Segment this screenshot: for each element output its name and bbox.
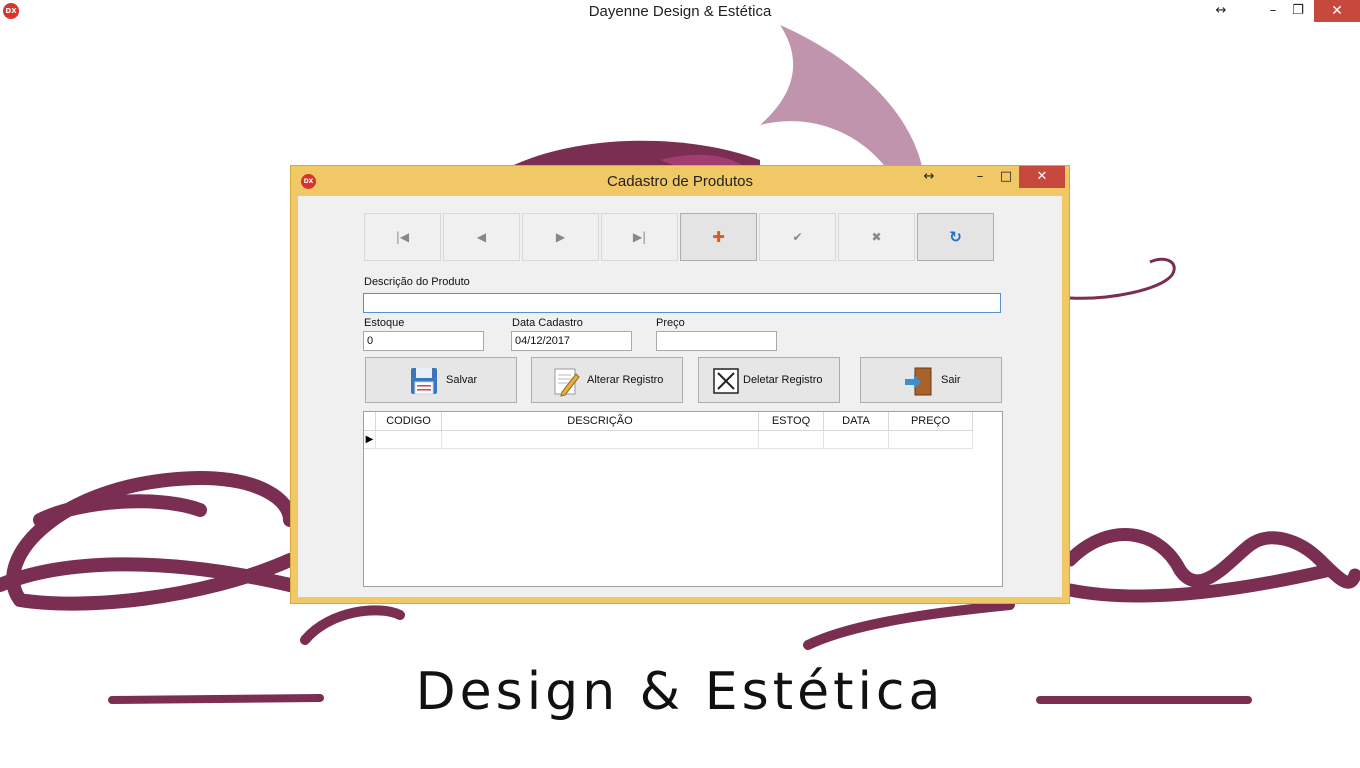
window-title: Dayenne Design & Estética <box>588 3 772 20</box>
plus-icon: ✚ <box>712 228 725 246</box>
minimize-button[interactable]: – <box>1260 0 1286 22</box>
nav-next-button[interactable]: ▶ <box>522 213 599 261</box>
nav-insert-button[interactable]: ✚ <box>680 213 757 261</box>
grid-row-indicator-icon: ▶ <box>364 431 376 449</box>
last-record-icon: ▶| <box>632 230 647 244</box>
close-button[interactable]: ✕ <box>1314 0 1360 22</box>
cancel-x-icon: ✖ <box>871 230 882 244</box>
grid-cell-descricao[interactable] <box>442 431 759 449</box>
grid-cell-codigo[interactable] <box>376 431 442 449</box>
alterar-registro-button[interactable]: Alterar Registro <box>531 357 683 403</box>
grid-indicator-header <box>364 412 376 431</box>
restore-button[interactable]: ❐ <box>1285 0 1311 22</box>
alterar-registro-label: Alterar Registro <box>587 374 664 386</box>
dialog-title: Cadastro de Produtos <box>607 173 753 190</box>
dialog-client-area: |◀ ◀ ▶ ▶| ✚ ✔ ✖ ↻ Descrição do Produto E… <box>298 196 1062 597</box>
logo-script-left <box>0 470 297 611</box>
sair-button[interactable]: Sair <box>860 357 1002 403</box>
resize-arrows-icon[interactable]: ↔ <box>1208 0 1234 22</box>
delete-x-box-icon <box>713 368 739 394</box>
salvar-label: Salvar <box>446 374 478 386</box>
grid-header-preco[interactable]: PREÇO <box>889 412 973 431</box>
estoque-input[interactable] <box>363 331 484 351</box>
dialog-close-button[interactable]: ✕ <box>1019 166 1065 188</box>
next-record-icon: ▶ <box>555 230 566 244</box>
logo-curl-right <box>1069 257 1176 300</box>
grid-cell-data[interactable] <box>824 431 889 449</box>
dialog-resize-arrows-icon[interactable]: ↔ <box>916 166 942 188</box>
nav-cancel-button[interactable]: ✖ <box>838 213 915 261</box>
checkmark-icon: ✔ <box>792 230 803 244</box>
logo-swirl-bottom-left <box>300 605 405 645</box>
logo-script-right <box>1063 528 1360 603</box>
descricao-input[interactable] <box>363 293 1001 313</box>
nav-prior-button[interactable]: ◀ <box>443 213 520 261</box>
sair-label: Sair <box>941 374 961 386</box>
nav-first-button[interactable]: |◀ <box>364 213 441 261</box>
nav-post-button[interactable]: ✔ <box>759 213 836 261</box>
refresh-icon: ↻ <box>949 228 962 246</box>
preco-input[interactable] <box>656 331 777 351</box>
grid-header-descricao[interactable]: DESCRIÇÃO <box>442 412 759 431</box>
preco-label: Preço <box>656 317 685 329</box>
grid-header-data[interactable]: DATA <box>824 412 889 431</box>
grid-cell-estoq[interactable] <box>759 431 824 449</box>
main-window-titlebar: DX Dayenne Design & Estética ↔ – ❐ ✕ <box>0 0 1360 23</box>
background-tagline: Design & Estética <box>415 662 945 722</box>
grid-header-estoq[interactable]: ESTOQ <box>759 412 824 431</box>
dialog-minimize-button[interactable]: – <box>967 166 993 188</box>
products-grid[interactable]: CODIGO DESCRIÇÃO ESTOQ DATA PREÇO ▶ <box>363 411 1003 587</box>
data-cadastro-label: Data Cadastro <box>512 317 583 329</box>
product-registration-dialog: DX Cadastro de Produtos ↔ – □ ✕ |◀ ◀ ▶ ▶… <box>290 165 1070 604</box>
edit-document-pencil-icon <box>554 368 580 397</box>
prior-record-icon: ◀ <box>476 230 487 244</box>
estoque-label: Estoque <box>364 317 405 329</box>
logo-swirl-bottom-right <box>803 600 1015 650</box>
data-cadastro-input[interactable] <box>511 331 632 351</box>
deletar-registro-button[interactable]: Deletar Registro <box>698 357 840 403</box>
descricao-label: Descrição do Produto <box>364 276 470 288</box>
nav-refresh-button[interactable]: ↻ <box>917 213 994 261</box>
deletar-registro-label: Deletar Registro <box>743 374 823 386</box>
floppy-disk-icon <box>411 368 437 395</box>
nav-last-button[interactable]: ▶| <box>601 213 678 261</box>
dialog-maximize-button[interactable]: □ <box>993 166 1019 188</box>
exit-door-icon <box>905 367 932 396</box>
grid-cell-preco[interactable] <box>889 431 973 449</box>
grid-header-codigo[interactable]: CODIGO <box>376 412 442 431</box>
dialog-titlebar[interactable]: DX Cadastro de Produtos ↔ – □ ✕ <box>291 166 1069 196</box>
first-record-icon: |◀ <box>395 230 410 244</box>
salvar-button[interactable]: Salvar <box>365 357 517 403</box>
